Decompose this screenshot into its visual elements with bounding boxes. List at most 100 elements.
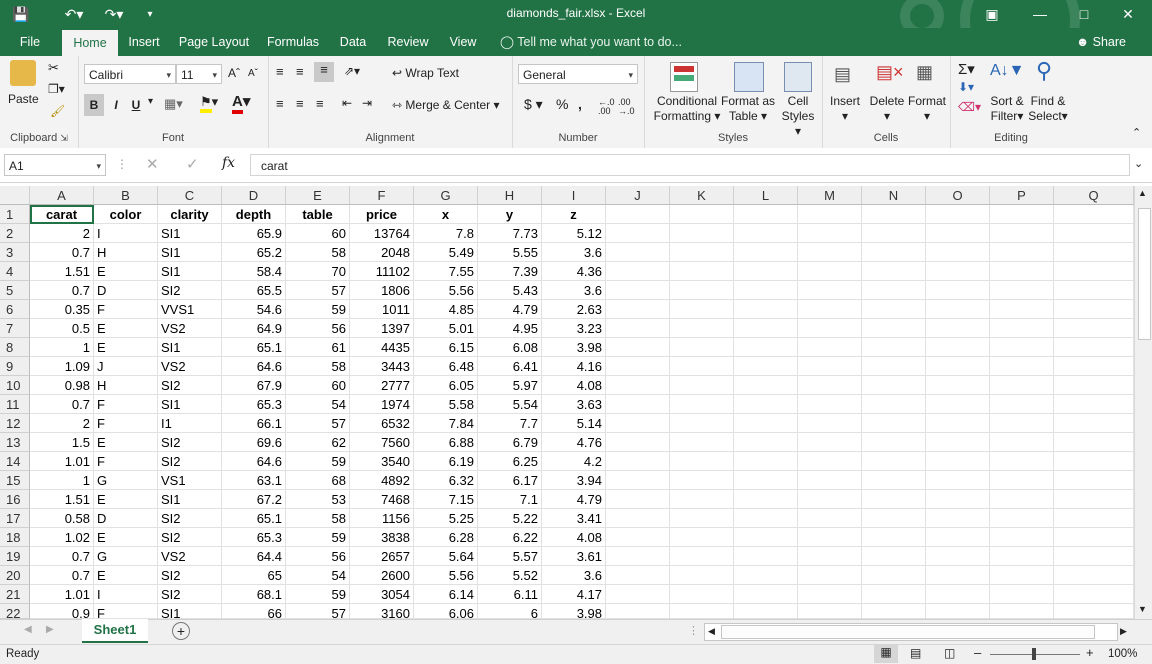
cell[interactable] <box>926 528 990 547</box>
cell[interactable]: D <box>94 281 158 300</box>
tab-insert[interactable]: Insert <box>122 28 166 56</box>
cell[interactable] <box>734 319 798 338</box>
row-header[interactable]: 7 <box>0 319 30 338</box>
close-button[interactable]: ✕ <box>1108 0 1148 28</box>
cell[interactable]: 65 <box>222 566 286 585</box>
cell[interactable] <box>926 205 990 224</box>
cell[interactable] <box>990 566 1054 585</box>
cell[interactable]: 6.32 <box>414 471 478 490</box>
cell[interactable]: 3.61 <box>542 547 606 566</box>
column-header-g[interactable]: G <box>414 186 478 205</box>
cell[interactable] <box>606 528 670 547</box>
cell[interactable] <box>798 338 862 357</box>
cell[interactable] <box>734 338 798 357</box>
currency-button[interactable]: $ ▾ <box>524 96 543 113</box>
name-box[interactable]: A1 ▾ <box>4 154 106 176</box>
cell[interactable]: 7.84 <box>414 414 478 433</box>
cell[interactable] <box>990 243 1054 262</box>
cell[interactable]: 3.6 <box>542 243 606 262</box>
cell[interactable]: 2600 <box>350 566 414 585</box>
cell[interactable] <box>798 357 862 376</box>
cell[interactable]: 54 <box>286 566 350 585</box>
cell[interactable]: 3.98 <box>542 604 606 619</box>
cell[interactable] <box>1054 490 1134 509</box>
cell[interactable]: SI2 <box>158 433 222 452</box>
cell[interactable]: 6532 <box>350 414 414 433</box>
cell[interactable]: 70 <box>286 262 350 281</box>
cell[interactable]: 0.9 <box>30 604 94 619</box>
cell[interactable] <box>798 490 862 509</box>
cell[interactable] <box>670 490 734 509</box>
row-header[interactable]: 22 <box>0 604 30 621</box>
collapse-ribbon-icon[interactable]: ⌃ <box>1132 126 1141 139</box>
cell[interactable]: 0.58 <box>30 509 94 528</box>
cell[interactable] <box>734 281 798 300</box>
cell[interactable] <box>926 395 990 414</box>
underline-button[interactable]: U <box>128 94 144 116</box>
cell[interactable]: 3.94 <box>542 471 606 490</box>
cell[interactable]: 6.19 <box>414 452 478 471</box>
cell[interactable]: 6.17 <box>478 471 542 490</box>
cell[interactable]: 3540 <box>350 452 414 471</box>
cell[interactable]: 5.56 <box>414 566 478 585</box>
cell[interactable]: 66.1 <box>222 414 286 433</box>
cell[interactable]: E <box>94 338 158 357</box>
cell[interactable]: 65.9 <box>222 224 286 243</box>
cell[interactable] <box>862 357 926 376</box>
column-header-f[interactable]: F <box>350 186 414 205</box>
cell[interactable] <box>990 433 1054 452</box>
cell[interactable]: 64.6 <box>222 452 286 471</box>
cell[interactable] <box>670 319 734 338</box>
cell[interactable] <box>1054 262 1134 281</box>
cell[interactable] <box>798 395 862 414</box>
zoom-slider-handle[interactable] <box>1032 648 1036 660</box>
cell[interactable] <box>926 452 990 471</box>
next-sheet-icon[interactable]: ▶ <box>46 624 54 635</box>
cell[interactable]: 60 <box>286 376 350 395</box>
cell[interactable]: 5.97 <box>478 376 542 395</box>
vertical-scrollbar[interactable]: ▲ ▼ <box>1134 186 1152 619</box>
cell[interactable] <box>1054 471 1134 490</box>
cell[interactable] <box>990 452 1054 471</box>
splitter-grip-icon[interactable]: ⋮ <box>688 624 699 637</box>
cell[interactable] <box>926 566 990 585</box>
cell[interactable]: 0.5 <box>30 319 94 338</box>
cell[interactable] <box>734 205 798 224</box>
cell[interactable] <box>734 357 798 376</box>
cell[interactable]: 4435 <box>350 338 414 357</box>
cell[interactable] <box>1054 547 1134 566</box>
cell[interactable]: 1.51 <box>30 490 94 509</box>
column-header-a[interactable]: A <box>30 186 94 205</box>
row-header[interactable]: 12 <box>0 414 30 433</box>
cell[interactable]: I <box>94 224 158 243</box>
cell[interactable]: H <box>94 376 158 395</box>
cell[interactable] <box>862 585 926 604</box>
prev-sheet-icon[interactable]: ◀ <box>24 624 32 635</box>
bottom-align-icon[interactable]: ≡ <box>314 62 334 82</box>
cell[interactable]: 7.8 <box>414 224 478 243</box>
cell[interactable]: 6.06 <box>414 604 478 619</box>
cell[interactable] <box>670 433 734 452</box>
cell[interactable] <box>990 471 1054 490</box>
cell[interactable] <box>798 509 862 528</box>
cell[interactable] <box>734 547 798 566</box>
cell[interactable]: 4.2 <box>542 452 606 471</box>
cell[interactable]: SI2 <box>158 452 222 471</box>
cell[interactable] <box>798 205 862 224</box>
number-format-select[interactable]: General ▾ <box>518 64 638 84</box>
cell[interactable] <box>990 224 1054 243</box>
cell[interactable]: 11102 <box>350 262 414 281</box>
cell[interactable]: 3.41 <box>542 509 606 528</box>
cell[interactable] <box>670 414 734 433</box>
cell[interactable] <box>926 243 990 262</box>
vertical-scroll-thumb[interactable] <box>1138 208 1151 340</box>
row-header[interactable]: 2 <box>0 224 30 243</box>
cell[interactable]: 4.17 <box>542 585 606 604</box>
cell[interactable]: 62 <box>286 433 350 452</box>
underline-dropdown-icon[interactable]: ▾ <box>148 96 153 107</box>
cell[interactable]: 7.73 <box>478 224 542 243</box>
cell[interactable] <box>670 376 734 395</box>
cell[interactable]: SI1 <box>158 262 222 281</box>
cell[interactable] <box>990 528 1054 547</box>
cell[interactable]: 4.79 <box>542 490 606 509</box>
